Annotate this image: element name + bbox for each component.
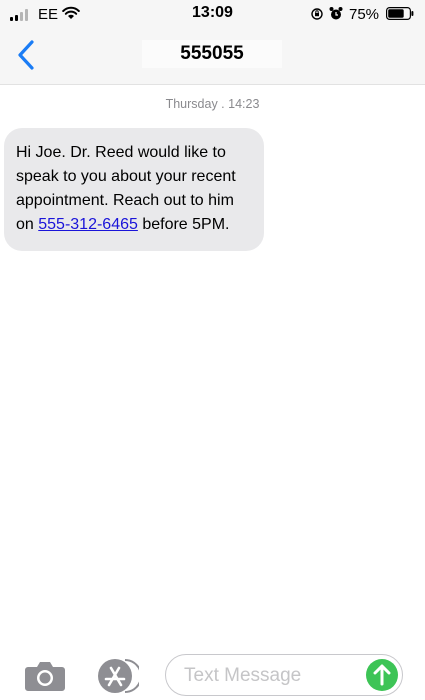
send-button[interactable]: [366, 659, 398, 691]
send-arrow-icon: [373, 664, 391, 686]
incoming-message-bubble: Hi Joe. Dr. Reed would like to speak to …: [4, 128, 264, 251]
contact-name[interactable]: 555055: [142, 40, 282, 68]
status-bar: EE 13:09 75%: [0, 0, 425, 30]
message-text-end: before 5PM.: [137, 216, 230, 233]
app-store-icon[interactable]: [95, 658, 139, 694]
message-input[interactable]: [182, 662, 356, 690]
camera-icon[interactable]: [24, 660, 66, 692]
battery-percent: 75%: [349, 6, 380, 23]
message-input-field[interactable]: [165, 654, 403, 696]
alarm-icon: [329, 7, 343, 20]
battery-icon: [386, 7, 414, 20]
chevron-left-icon[interactable]: [14, 38, 40, 72]
phone-number-link[interactable]: 555-312-6465: [38, 216, 138, 233]
conversation-header: 555055: [0, 30, 425, 85]
message-timestamp: Thursday . 14:23: [165, 97, 260, 111]
orientation-lock-icon: [311, 8, 323, 20]
